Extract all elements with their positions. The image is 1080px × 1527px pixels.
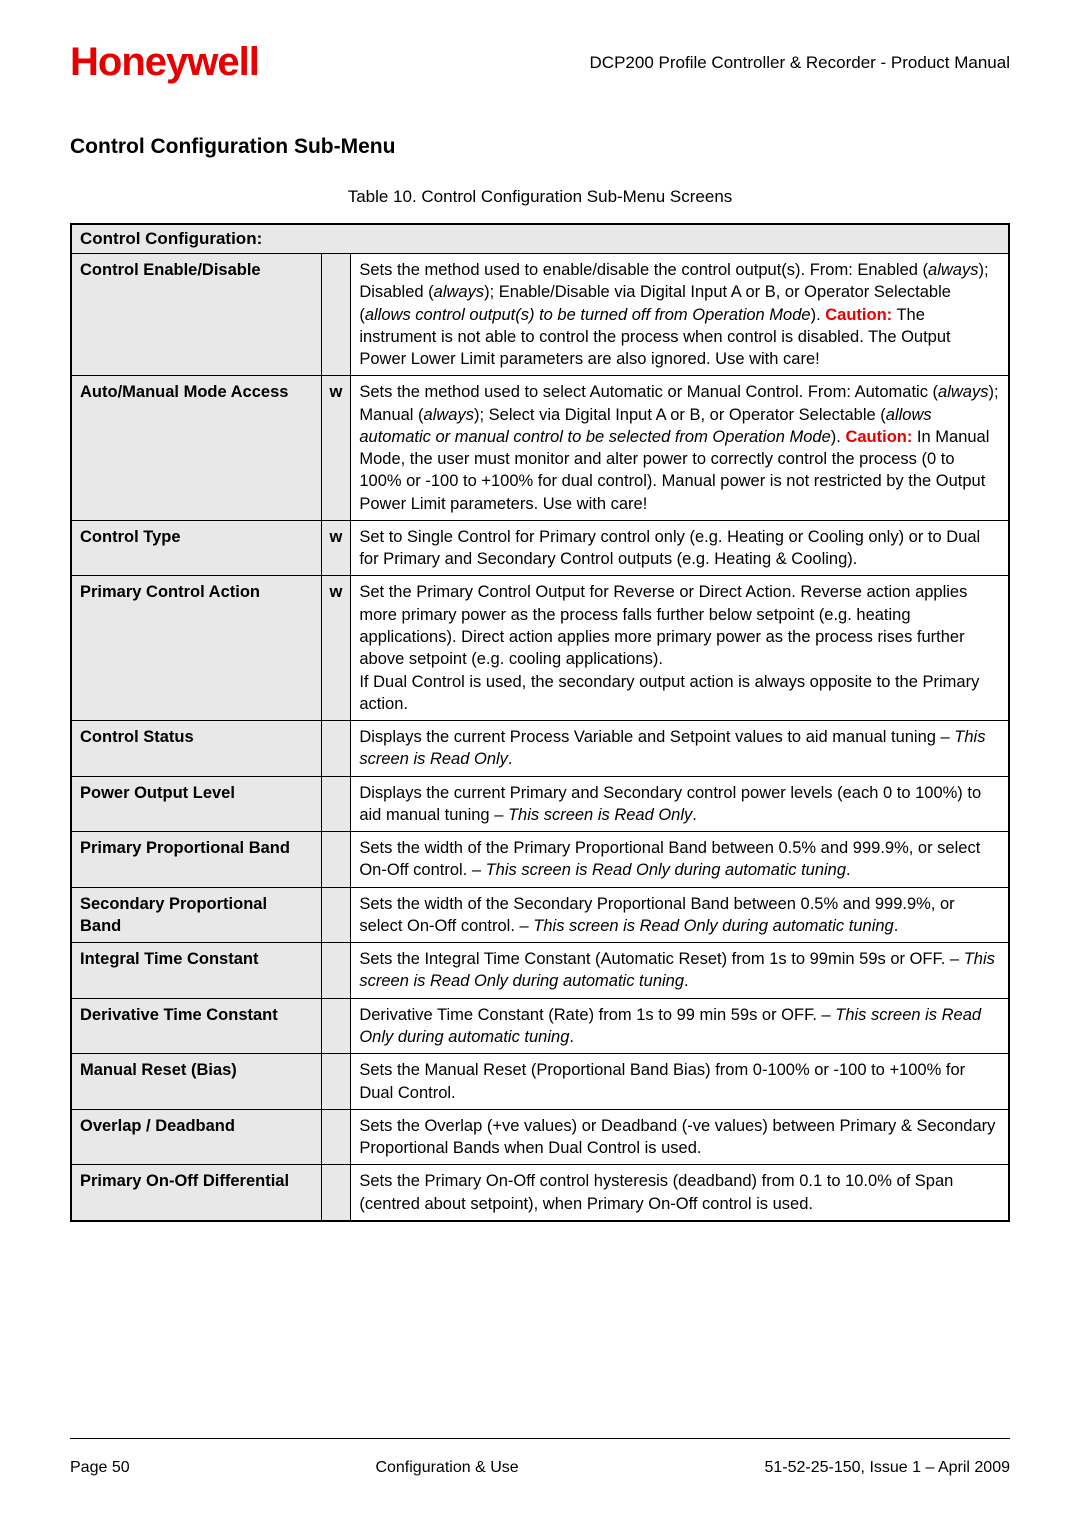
param-desc: Displays the current Primary and Seconda… [351, 776, 1009, 832]
table-row: Derivative Time Constant Derivative Time… [71, 998, 1009, 1054]
param-desc: Sets the width of the Primary Proportion… [351, 832, 1009, 888]
table-row: Power Output Level Displays the current … [71, 776, 1009, 832]
param-desc: Sets the Primary On-Off control hysteres… [351, 1165, 1009, 1221]
param-flag [321, 1109, 351, 1165]
param-desc: Sets the Overlap (+ve values) or Deadban… [351, 1109, 1009, 1165]
param-desc: Sets the width of the Secondary Proporti… [351, 887, 1009, 943]
config-table: Control Configuration: Control Enable/Di… [70, 223, 1010, 1222]
text: . [684, 972, 689, 990]
table-row: Control Type w Set to Single Control for… [71, 520, 1009, 576]
text-italic: allows control output(s) to be turned of… [365, 306, 811, 324]
text-italic: This screen is Read Only [508, 806, 692, 824]
text-italic: always [928, 261, 978, 279]
table-row: Auto/Manual Mode Access w Sets the metho… [71, 376, 1009, 521]
text: ); Select via Digital Input A or B, or O… [474, 406, 886, 424]
param-flag: w [321, 520, 351, 576]
param-name: Control Status [71, 721, 321, 777]
param-name: Auto/Manual Mode Access [71, 376, 321, 521]
text: . [569, 1028, 574, 1046]
text: Sets the method used to enable/disable t… [359, 261, 928, 279]
text: . [846, 861, 851, 879]
param-name: Control Enable/Disable [71, 254, 321, 376]
caution-label: Caution: [845, 428, 912, 446]
text: . [894, 917, 899, 935]
text: ). [811, 306, 826, 324]
table-row: Primary Proportional Band Sets the width… [71, 832, 1009, 888]
param-desc: Set to Single Control for Primary contro… [351, 520, 1009, 576]
text-italic: This screen is Read Only during automati… [533, 917, 893, 935]
page-header: Honeywell DCP200 Profile Controller & Re… [70, 40, 1010, 85]
table-row: Control Enable/Disable Sets the method u… [71, 254, 1009, 376]
table-row: Primary Control Action w Set the Primary… [71, 576, 1009, 721]
param-flag: w [321, 576, 351, 721]
table-title: Control Configuration: [71, 224, 1009, 254]
text-italic: always [938, 383, 988, 401]
param-flag [321, 887, 351, 943]
text: Sets the Integral Time Constant (Automat… [359, 950, 963, 968]
param-flag [321, 832, 351, 888]
param-desc: Displays the current Process Variable an… [351, 721, 1009, 777]
param-flag [321, 998, 351, 1054]
param-desc: Sets the Integral Time Constant (Automat… [351, 943, 1009, 999]
param-name: Overlap / Deadband [71, 1109, 321, 1165]
table-header-row: Control Configuration: [71, 224, 1009, 254]
param-name: Secondary Proportional Band [71, 887, 321, 943]
text: . [508, 750, 513, 768]
table-row: Secondary Proportional Band Sets the wid… [71, 887, 1009, 943]
param-name: Primary On-Off Differential [71, 1165, 321, 1221]
param-desc: Sets the method used to select Automatic… [351, 376, 1009, 521]
doc-title: DCP200 Profile Controller & Recorder - P… [590, 53, 1010, 73]
param-desc: Set the Primary Control Output for Rever… [351, 576, 1009, 721]
table-caption: Table 10. Control Configuration Sub-Menu… [70, 187, 1010, 207]
table-row: Manual Reset (Bias) Sets the Manual Rese… [71, 1054, 1009, 1110]
footer-left: Page 50 [70, 1459, 130, 1477]
param-name: Derivative Time Constant [71, 998, 321, 1054]
param-flag [321, 943, 351, 999]
param-desc: Sets the method used to enable/disable t… [351, 254, 1009, 376]
param-name: Power Output Level [71, 776, 321, 832]
table-row: Control Status Displays the current Proc… [71, 721, 1009, 777]
table-row: Integral Time Constant Sets the Integral… [71, 943, 1009, 999]
footer-right: 51-52-25-150, Issue 1 – April 2009 [764, 1459, 1010, 1477]
logo: Honeywell [70, 40, 259, 85]
section-title: Control Configuration Sub-Menu [70, 135, 1010, 159]
text-italic: This screen is Read Only during automati… [486, 861, 846, 879]
page-footer: Page 50 Configuration & Use 51-52-25-150… [70, 1438, 1010, 1477]
param-name: Integral Time Constant [71, 943, 321, 999]
text: Sets the method used to select Automatic… [359, 383, 938, 401]
caution-label: Caution: [825, 306, 892, 324]
text: Displays the current Process Variable an… [359, 728, 954, 746]
param-name: Primary Control Action [71, 576, 321, 721]
text-italic: always [434, 283, 484, 301]
footer-center: Configuration & Use [375, 1459, 518, 1477]
text: . [692, 806, 697, 824]
table-row: Overlap / Deadband Sets the Overlap (+ve… [71, 1109, 1009, 1165]
param-flag [321, 776, 351, 832]
param-flag [321, 1054, 351, 1110]
text: ). [831, 428, 846, 446]
text-italic: always [424, 406, 474, 424]
param-name: Manual Reset (Bias) [71, 1054, 321, 1110]
param-flag [321, 254, 351, 376]
param-name: Primary Proportional Band [71, 832, 321, 888]
param-name: Control Type [71, 520, 321, 576]
param-desc: Derivative Time Constant (Rate) from 1s … [351, 998, 1009, 1054]
param-flag: w [321, 376, 351, 521]
param-desc: Sets the Manual Reset (Proportional Band… [351, 1054, 1009, 1110]
param-flag [321, 1165, 351, 1221]
table-row: Primary On-Off Differential Sets the Pri… [71, 1165, 1009, 1221]
param-flag [321, 721, 351, 777]
text: Derivative Time Constant (Rate) from 1s … [359, 1006, 835, 1024]
